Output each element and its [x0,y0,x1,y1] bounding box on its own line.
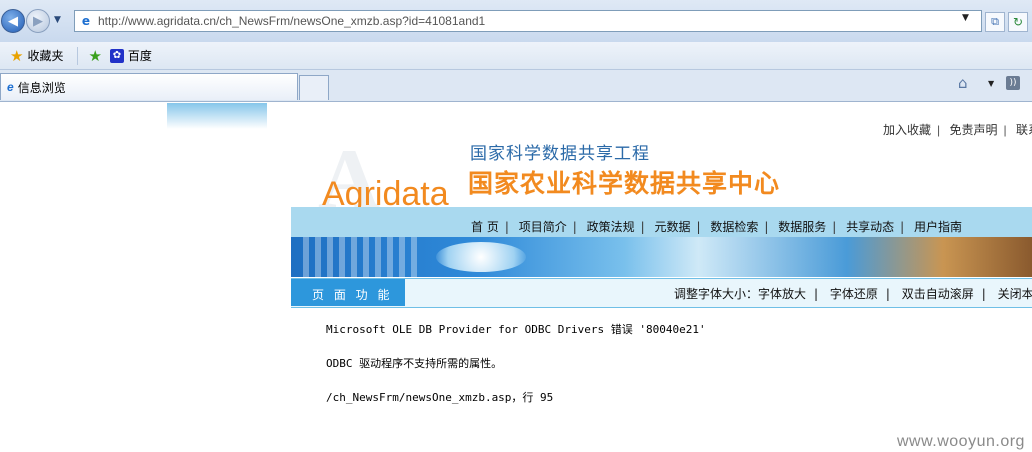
address-url[interactable]: http://www.agridata.cn/ch_NewsFrm/newsOn… [98,14,485,28]
divider: | [764,220,769,234]
divider: | [1003,123,1007,137]
favorites-bar: ★ 收藏夹 ★ ✿ 百度 [0,42,1032,70]
divider: | [885,287,890,301]
divider: | [981,287,986,301]
banner-stripe [363,237,369,277]
banner-stripe [303,237,309,277]
nav-item-about[interactable]: 项目简介 [519,220,567,234]
tab-active[interactable]: e 信息浏览 [0,73,298,100]
ie-page-icon: e [81,14,91,28]
favorites-separator [77,46,79,65]
divider: | [900,220,905,234]
banner-disc-graphic [436,242,526,272]
rss-icon: )) [1009,78,1017,88]
favorites-label: 收藏夹 [27,49,64,63]
nav-item-metadata[interactable]: 元数据 [654,220,690,234]
ie-tab-icon: e [7,80,14,94]
forward-arrow-icon: ▶ [33,13,43,29]
divider: | [640,220,645,234]
banner-stripe [387,237,393,277]
address-bar[interactable]: e http://www.agridata.cn/ch_NewsFrm/news… [74,10,982,32]
nav-item-home[interactable]: 首 页 [471,220,499,234]
divider: | [696,220,701,234]
back-arrow-icon: ◀ [8,13,18,29]
divider: | [504,220,509,234]
nav-item-policy[interactable]: 政策法规 [587,220,635,234]
banner-stripe [351,237,357,277]
logo-title-primary: 国家科学数据共享工程 [470,144,650,164]
back-button[interactable]: ◀ [1,9,25,33]
compatibility-icon: ⧉ [991,15,999,28]
baidu-paw-icon: ✿ [109,48,124,63]
feeds-button[interactable]: )) [1006,76,1020,90]
home-icon: ⌂ [958,74,968,92]
decorative-gradient [167,103,267,129]
divider: | [937,123,941,137]
top-links: 加入收藏 | 免责声明 | 联系 [883,121,1032,138]
header-banner-image [291,237,1032,277]
tab-title: 信息浏览 [17,80,66,95]
banner-stripe [327,237,333,277]
banner-stripe [315,237,321,277]
home-dropdown-button[interactable]: ▼ [988,79,994,88]
nav-item-services[interactable]: 数据服务 [778,220,826,234]
watermark-text: www.wooyun.org [897,433,1025,450]
refresh-button[interactable]: ↻ [1008,12,1028,32]
add-favorite-icon: ★ [88,47,102,65]
error-message-location: /ch_NewsFrm/newsOne_xmzb.asp，行 95 [326,391,554,404]
error-message-title: Microsoft OLE DB Provider for ODBC Drive… [326,323,706,336]
bookmark-label: 百度 [127,49,152,63]
new-tab-button[interactable] [299,75,329,100]
link-disclaimer[interactable]: 免责声明 [949,123,997,137]
tab-bar: e 信息浏览 ⌂ ▼ )) [0,70,1032,102]
history-dropdown-button[interactable]: ▼ [54,15,61,25]
page-function-links: 调整字体大小：字体放大 | 字体还原 | 双击自动滚屏 | 关闭本页 [674,285,1032,302]
link-contact[interactable]: 联系 [1016,123,1032,137]
page-function-label: 页 面 功 能 [312,288,393,302]
address-dropdown-button[interactable]: ▼ [962,13,969,23]
home-button[interactable]: ⌂ [958,74,968,92]
forward-button[interactable]: ▶ [26,9,50,33]
nav-item-news[interactable]: 共享动态 [846,220,894,234]
banner-stripe [399,237,405,277]
divider: | [832,220,837,234]
logo-title-secondary: 国家农业科学数据共享中心 [468,169,781,198]
nav-item-guide[interactable]: 用户指南 [914,220,962,234]
banner-stripe [375,237,381,277]
main-nav: 首 页 | 项目简介 | 政策法规 | 元数据 | 数据检索 | 数据服务 | 共享动态 | … [471,218,968,235]
error-message-detail: ODBC 驱动程序不支持所需的属性。 [326,357,503,370]
close-page-link[interactable]: 关闭本页 [998,287,1032,301]
font-reset-link[interactable]: 字体还原 [830,287,878,301]
link-add-favorite[interactable]: 加入收藏 [883,123,931,137]
font-enlarge-link[interactable]: 调整字体大小：字体放大 [674,287,806,301]
divider: | [572,220,577,234]
divider: | [814,287,819,301]
add-favorite-button[interactable]: ★ [88,47,103,65]
favorites-star-icon: ★ [10,47,24,65]
nav-item-search[interactable]: 数据检索 [710,220,758,234]
auto-scroll-link[interactable]: 双击自动滚屏 [902,287,974,301]
favorites-button[interactable]: ★ 收藏夹 [10,47,63,65]
compatibility-view-button[interactable]: ⧉ [985,12,1005,32]
banner-stripe [339,237,345,277]
refresh-icon: ↻ [1012,15,1024,29]
banner-stripe [411,237,417,277]
bookmark-baidu[interactable]: ✿ 百度 [109,47,152,64]
